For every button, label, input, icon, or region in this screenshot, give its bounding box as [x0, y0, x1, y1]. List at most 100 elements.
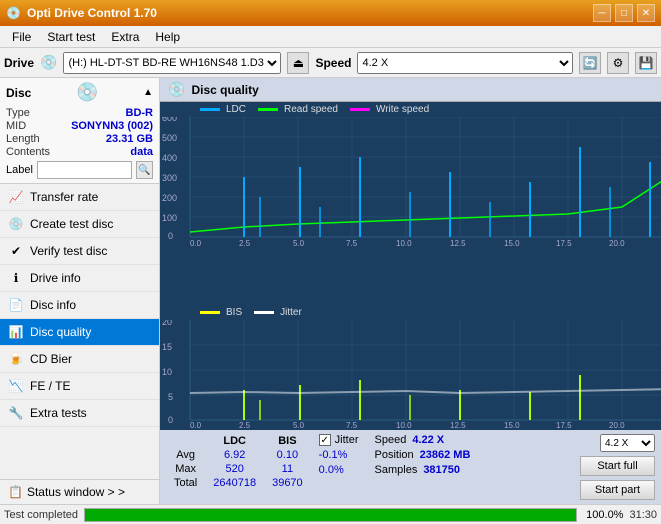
create-disc-icon: 💿 — [8, 216, 24, 232]
status-window-link[interactable]: 📋 Status window > > — [0, 479, 159, 504]
progress-track — [84, 508, 577, 522]
disc-label-browse-button[interactable]: 🔍 — [136, 161, 153, 179]
total-label: Total — [166, 476, 205, 490]
legend-bis: BIS — [200, 307, 242, 318]
max-label: Max — [166, 462, 205, 476]
svg-text:100: 100 — [162, 213, 177, 223]
drive-select[interactable]: (H:) HL-DT-ST BD-RE WH16NS48 1.D3 — [63, 52, 281, 74]
disc-info-panel: Disc 💿 ▲ Type BD-R MID SONYNN3 (002) Len… — [0, 78, 159, 184]
svg-text:20.0: 20.0 — [609, 421, 625, 430]
save-button[interactable]: 💾 — [635, 52, 657, 74]
disc-info-toggle[interactable]: ▲ — [143, 87, 153, 98]
drivebar: Drive 💿 (H:) HL-DT-ST BD-RE WH16NS48 1.D… — [0, 48, 661, 78]
sidebar-item-verify-test-disc[interactable]: ✔ Verify test disc — [0, 238, 159, 265]
svg-text:15: 15 — [162, 342, 172, 352]
svg-text:17.5: 17.5 — [556, 421, 572, 430]
svg-text:0.0: 0.0 — [190, 421, 202, 430]
disc-quality-header-icon: 💿 — [168, 81, 185, 98]
action-speed-select[interactable]: 4.2 X — [600, 434, 655, 452]
progress-label: Test completed — [4, 509, 78, 521]
sidebar-item-create-test-disc[interactable]: 💿 Create test disc — [0, 211, 159, 238]
svg-text:10: 10 — [162, 367, 172, 377]
close-button[interactable]: ✕ — [637, 4, 655, 22]
svg-text:300: 300 — [162, 173, 177, 183]
svg-text:15.0: 15.0 — [504, 239, 520, 247]
svg-text:500: 500 — [162, 133, 177, 143]
bottom-legend: BIS Jitter — [160, 305, 661, 320]
drive-label: Drive — [4, 56, 34, 70]
sidebar-item-disc-quality[interactable]: 📊 Disc quality — [0, 319, 159, 346]
svg-text:15.0: 15.0 — [504, 421, 520, 430]
legend-ldc: LDC — [200, 104, 246, 115]
fe-te-icon: 📉 — [8, 378, 24, 394]
sidebar: Disc 💿 ▲ Type BD-R MID SONYNN3 (002) Len… — [0, 78, 160, 504]
disc-contents-row: Contents data — [6, 146, 153, 158]
speed-select[interactable]: 4.2 X — [357, 52, 573, 74]
bis-header: BIS — [264, 434, 311, 448]
legend-read-speed: Read speed — [258, 104, 338, 115]
minimize-button[interactable]: ─ — [593, 4, 611, 22]
menu-extra[interactable]: Extra — [103, 28, 147, 46]
sidebar-item-fe-te[interactable]: 📉 FE / TE — [0, 373, 159, 400]
eject-button[interactable]: ⏏ — [287, 52, 309, 74]
svg-text:5.0: 5.0 — [293, 421, 305, 430]
disc-mid-row: MID SONYNN3 (002) — [6, 120, 153, 132]
jitter-avg-val: -0.1% — [319, 449, 348, 461]
svg-text:0.0: 0.0 — [190, 239, 202, 247]
svg-text:2.5: 2.5 — [239, 239, 251, 247]
verify-disc-icon: ✔ — [8, 243, 24, 259]
total-bis: 39670 — [264, 476, 311, 490]
menu-start-test[interactable]: Start test — [39, 28, 103, 46]
cd-bier-icon: 🍺 — [8, 351, 24, 367]
sidebar-item-drive-info[interactable]: ℹ Drive info — [0, 265, 159, 292]
total-ldc: 2640718 — [205, 476, 264, 490]
max-ldc: 520 — [205, 462, 264, 476]
menu-file[interactable]: File — [4, 28, 39, 46]
disc-quality-header: 💿 Disc quality — [160, 78, 661, 102]
start-full-button[interactable]: Start full — [580, 456, 655, 476]
speed-label: Speed — [315, 56, 351, 70]
legend-jitter: Jitter — [254, 307, 302, 318]
maximize-button[interactable]: □ — [615, 4, 633, 22]
avg-ldc: 6.92 — [205, 448, 264, 462]
start-part-button[interactable]: Start part — [580, 480, 655, 500]
sidebar-item-cd-bier[interactable]: 🍺 CD Bier — [0, 346, 159, 373]
avg-bis: 0.10 — [264, 448, 311, 462]
app-title: 💿 Opti Drive Control 1.70 — [6, 6, 157, 20]
main-area: Disc 💿 ▲ Type BD-R MID SONYNN3 (002) Len… — [0, 78, 661, 504]
samples-label: Samples — [375, 464, 418, 476]
svg-text:400: 400 — [162, 153, 177, 163]
sidebar-item-extra-tests[interactable]: 🔧 Extra tests — [0, 400, 159, 427]
svg-text:200: 200 — [162, 193, 177, 203]
svg-text:20: 20 — [162, 320, 172, 327]
drive-icon: 💿 — [40, 54, 57, 71]
svg-text:12.5: 12.5 — [450, 239, 466, 247]
progress-time: 31:30 — [629, 509, 657, 521]
progress-bar-area: Test completed 100.0% 31:30 — [0, 504, 661, 524]
position-label: Position — [375, 449, 414, 461]
jitter-max-val: 0.0% — [319, 464, 344, 476]
disc-quality-icon: 📊 — [8, 324, 24, 340]
jitter-checkbox[interactable]: ✓ — [319, 434, 331, 446]
top-chart-svg: 600 500 400 300 200 100 0 18X 16X 14X 12… — [160, 117, 661, 247]
status-window-icon: 📋 — [8, 485, 23, 499]
sidebar-item-disc-info[interactable]: 📄 Disc info — [0, 292, 159, 319]
drive-info-icon: ℹ — [8, 270, 24, 286]
window-controls[interactable]: ─ □ ✕ — [593, 4, 655, 22]
sidebar-item-transfer-rate[interactable]: 📈 Transfer rate — [0, 184, 159, 211]
progress-percent: 100.0% — [583, 509, 623, 521]
settings-button[interactable]: ⚙ — [607, 52, 629, 74]
samples-val: 381750 — [423, 464, 460, 476]
disc-info-icon: 📄 — [8, 297, 24, 313]
refresh-button[interactable]: 🔄 — [579, 52, 601, 74]
disc-label-row: Label 🔍 — [6, 161, 153, 179]
stats-table: LDC BIS Avg 6.92 0.10 Max 520 11 Total 2… — [166, 434, 311, 490]
jitter-total-val — [319, 479, 322, 491]
content-area: 💿 Disc quality LDC Read speed Write spee… — [160, 78, 661, 504]
ldc-header: LDC — [205, 434, 264, 448]
disc-section-label: Disc — [6, 86, 31, 100]
svg-text:12.5: 12.5 — [450, 421, 466, 430]
disc-label-input[interactable] — [37, 161, 132, 179]
menu-help[interactable]: Help — [147, 28, 188, 46]
speed-stat-val: 4.22 X — [412, 434, 444, 446]
